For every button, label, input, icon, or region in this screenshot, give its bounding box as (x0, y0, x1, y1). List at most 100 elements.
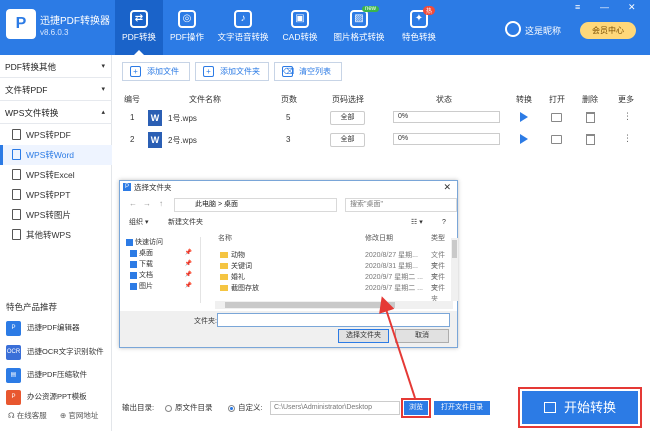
folder-label: 文件夹: (194, 318, 217, 325)
vertical-scrollbar[interactable] (451, 238, 458, 301)
breadcrumb-desktop[interactable]: 桌面 (224, 201, 238, 208)
user-avatar-icon[interactable] (505, 21, 521, 37)
featured-ppt-templates[interactable]: P 办公资源PPT模板 (6, 388, 110, 406)
nav-label: CAD转换 (282, 32, 318, 42)
radio-label: 原文件目录 (175, 403, 213, 412)
open-output-dir-button[interactable]: 打开文件目录 (434, 401, 490, 415)
help-icon[interactable]: ? (442, 216, 446, 230)
sidebar-item-wps-ppt[interactable]: WPS转PPT (0, 185, 112, 205)
nav-downloads[interactable]: 下载 📌 (123, 259, 200, 270)
add-file-button[interactable]: + 添加文件 (122, 62, 190, 81)
featured-pdf-editor[interactable]: P 迅捷PDF编辑器 (6, 319, 110, 337)
sidebar-group-label: PDF转换其他 (5, 62, 57, 72)
folder-icon[interactable] (551, 135, 562, 144)
col-type[interactable]: 类型 (431, 233, 445, 243)
nav-label: 文字语音转换 (217, 32, 269, 42)
cancel-button[interactable]: 取消 (395, 329, 449, 343)
minimize-icon[interactable]: — (600, 2, 609, 12)
nav-quick-access[interactable]: 快速访问 (123, 237, 200, 248)
nav-cad[interactable]: ▣ CAD转换 (275, 0, 325, 55)
sidebar-item-wps-pdf[interactable]: WPS转PDF (0, 125, 112, 145)
nav-pictures[interactable]: 图片 📌 (123, 281, 200, 292)
folder-row[interactable]: 动物 2020/8/27 星期... 文件夹 (215, 250, 451, 270)
sidebar-item-wps-word[interactable]: WPS转Word (0, 145, 112, 165)
online-service-link[interactable]: ☊ 在线客服 (8, 410, 47, 421)
output-path-field[interactable]: C:\Users\Administrator\Desktop (270, 401, 400, 415)
folder-row[interactable]: 截图存放 2020/9/7 星期二 ... 文件夹 (215, 283, 451, 303)
col-delete: 删除 (582, 95, 598, 104)
wps-file-icon: W (148, 110, 162, 126)
forward-arrow-icon[interactable]: → (143, 199, 151, 208)
folder-icon (220, 274, 228, 280)
username[interactable]: 这是昵称 (525, 24, 561, 37)
radio-source-dir[interactable]: 原文件目录 (165, 402, 213, 413)
nav-special[interactable]: 热 ✦ 特色转换 (393, 0, 445, 55)
nav-desktop[interactable]: 桌面 📌 (123, 248, 200, 259)
play-icon[interactable] (520, 134, 528, 144)
nav-pdf-ops[interactable]: ◎ PDF操作 (163, 0, 211, 55)
sidebar-item-wps-excel[interactable]: WPS转Excel (0, 165, 112, 185)
sidebar-group-file-to-pdf[interactable]: 文件转PDF ▾ (0, 79, 112, 101)
trash-icon[interactable] (586, 112, 595, 123)
compress-icon: ▤ (6, 367, 21, 383)
more-icon[interactable]: ⋮ (623, 133, 632, 144)
path-breadcrumb[interactable]: 此电脑 > 桌面 (174, 198, 337, 212)
vip-center-button[interactable]: 会员中心 (580, 22, 636, 39)
sidebar-item-other-wps[interactable]: 其他转WPS (0, 225, 112, 245)
nav-image-convert[interactable]: new ▨ 图片格式转换 (329, 0, 389, 55)
nav-pdf-convert[interactable]: ⇄ PDF转换 (115, 0, 163, 55)
pdf-ops-icon: ◎ (178, 10, 196, 28)
menu-icon[interactable]: ≡ (575, 2, 580, 12)
add-folder-button[interactable]: + 添加文件夹 (195, 62, 269, 81)
back-arrow-icon[interactable]: ← (129, 199, 137, 208)
file-icon (12, 229, 21, 241)
radio-custom-dir[interactable]: 自定义: (228, 402, 263, 413)
row-pages: 3 (286, 135, 291, 144)
folder-row[interactable]: 婚礼 2020/9/7 星期二 ... 文件夹 (215, 272, 451, 292)
more-icon[interactable]: ⋮ (623, 111, 632, 122)
cad-icon: ▣ (291, 10, 309, 28)
breadcrumb-this-pc[interactable]: 此电脑 (195, 201, 216, 208)
page-select-dropdown[interactable]: 全部 (330, 111, 365, 125)
trash-icon[interactable] (586, 134, 595, 145)
folder-row[interactable]: 关键词 2020/8/31 星期... 文件夹 (215, 261, 451, 281)
folder-name: 关键词 (231, 263, 252, 270)
dialog-footer: 文件夹: 选择文件夹 取消 (120, 311, 457, 347)
ocr-icon: OCR (6, 344, 21, 360)
featured-ocr[interactable]: OCR 迅捷OCR文字识别软件 (6, 343, 110, 361)
folder-date: 2020/9/7 星期二 ... (365, 274, 423, 281)
website-link[interactable]: ⊕ 官网地址 (60, 410, 98, 421)
col-modified[interactable]: 修改日期 (365, 233, 393, 243)
file-icon (12, 129, 21, 141)
up-arrow-icon[interactable]: ↑ (159, 199, 163, 208)
nav-text-speech[interactable]: ♪ 文字语音转换 (214, 0, 272, 55)
view-options-icon[interactable]: ☷ ▾ (411, 216, 423, 230)
featured-pdf-compress[interactable]: ▤ 迅捷PDF压缩软件 (6, 366, 110, 384)
horizontal-scrollbar[interactable] (215, 301, 453, 309)
scroll-thumb[interactable] (225, 302, 395, 308)
select-folder-dialog: P 选择文件夹 ✕ ← → ↑ 此电脑 > 桌面 搜索"桌面" 组织 ▾ 新建文… (119, 180, 458, 348)
page-select-dropdown[interactable]: 全部 (330, 133, 365, 147)
folder-icon[interactable] (551, 113, 562, 122)
folder-date: 2020/9/7 星期二 ... (365, 285, 423, 292)
featured-title: 特色产品推荐 (6, 302, 58, 312)
select-folder-button[interactable]: 选择文件夹 (338, 329, 389, 343)
new-folder-button[interactable]: 新建文件夹 (168, 216, 203, 230)
folder-name-input[interactable] (217, 313, 450, 327)
start-convert-button[interactable]: 开始转换 (522, 391, 638, 424)
scroll-thumb[interactable] (452, 240, 457, 258)
sidebar-item-wps-image[interactable]: WPS转图片 (0, 205, 112, 225)
col-name[interactable]: 名称 (218, 233, 232, 243)
close-icon[interactable]: ✕ (443, 181, 451, 194)
sidebar-item-label: WPS转图片 (26, 210, 71, 220)
clear-list-button[interactable]: ⌫ 清空列表 (274, 62, 342, 81)
organize-button[interactable]: 组织 ▾ (129, 216, 148, 230)
sidebar-group-pdf-other[interactable]: PDF转换其他 ▾ (0, 56, 112, 78)
sidebar-group-wps[interactable]: WPS文件转换 ▴ (0, 102, 112, 124)
play-icon[interactable] (520, 112, 528, 122)
dialog-title: 选择文件夹 (134, 183, 172, 192)
nav-documents[interactable]: 文档 📌 (123, 270, 200, 281)
dialog-search-input[interactable]: 搜索"桌面" (345, 198, 457, 212)
close-icon[interactable]: ✕ (628, 2, 636, 13)
row-filename: 2号.wps (168, 136, 197, 145)
